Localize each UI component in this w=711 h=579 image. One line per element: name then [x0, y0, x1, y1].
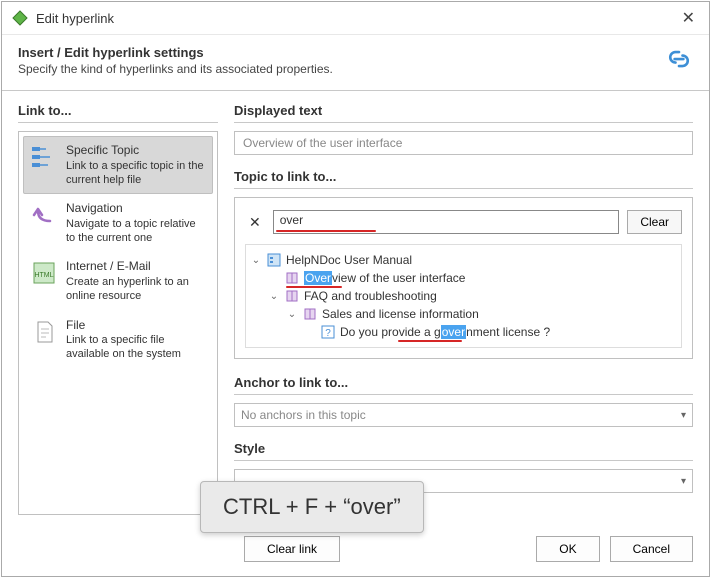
app-icon — [12, 10, 28, 26]
hyperlink-icon — [665, 45, 693, 73]
linkto-item-title: Navigation — [66, 201, 206, 217]
header-subtitle: Specify the kind of hyperlinks and its a… — [18, 62, 665, 76]
topic-tree-icon — [30, 143, 58, 171]
tree-node-sales[interactable]: ⌄ Sales and license information — [250, 305, 677, 323]
anchor-label: Anchor to link to... — [234, 375, 693, 390]
linkto-file[interactable]: File Link to a specific file available o… — [23, 311, 213, 369]
linkto-item-desc: Link to a specific file available on the… — [66, 333, 206, 362]
linkto-specific-topic[interactable]: Specific Topic Link to a specific topic … — [23, 136, 213, 194]
linkto-item-title: Specific Topic — [66, 143, 206, 159]
chevron-down-icon: ▾ — [681, 476, 686, 487]
clear-search-button[interactable]: Clear — [627, 210, 682, 234]
linkto-item-desc: Link to a specific topic in the current … — [66, 159, 206, 188]
file-icon — [30, 318, 58, 346]
svg-text:?: ? — [325, 328, 331, 339]
header: Insert / Edit hyperlink settings Specify… — [2, 35, 709, 91]
linkto-label: Link to... — [18, 103, 218, 118]
clear-link-button[interactable]: Clear link — [244, 536, 340, 562]
linkto-item-title: File — [66, 318, 206, 334]
dialog-title: Edit hyperlink — [36, 11, 678, 26]
topic-box: ✕ over Clear ⌄ HelpNDo — [234, 197, 693, 359]
manual-icon — [266, 252, 282, 268]
linkto-item-title: Internet / E-Mail — [66, 259, 206, 275]
titlebar: Edit hyperlink ✕ — [2, 2, 709, 35]
footer: Clear link OK Cancel — [2, 528, 709, 576]
anchor-select[interactable]: No anchors in this topic ▾ — [234, 403, 693, 427]
linkto-navigation[interactable]: Navigation Navigate to a topic relative … — [23, 194, 213, 252]
topic-label: Topic to link to... — [234, 169, 693, 184]
tree-node-label: HelpNDoc User Manual — [286, 253, 412, 267]
tree-node-overview[interactable]: Overview of the user interface — [250, 269, 677, 287]
linkto-list: Specific Topic Link to a specific topic … — [18, 131, 218, 515]
tree-node-label: Do you provide a government license ? — [340, 325, 550, 339]
style-label: Style — [234, 441, 693, 456]
chevron-down-icon[interactable]: ⌄ — [250, 255, 262, 266]
shortcut-tooltip: CTRL + F + “over” — [200, 481, 424, 533]
tree-node-label: Sales and license information — [322, 307, 479, 321]
displayed-text-value: Overview of the user interface — [243, 136, 402, 150]
displayed-text-label: Displayed text — [234, 103, 693, 118]
close-icon[interactable]: ✕ — [678, 8, 699, 28]
book-icon — [284, 288, 300, 304]
chevron-down-icon[interactable]: ⌄ — [268, 291, 280, 302]
tree-root[interactable]: ⌄ HelpNDoc User Manual — [250, 251, 677, 269]
book-icon — [284, 270, 300, 286]
linkto-item-desc: Navigate to a topic relative to the curr… — [66, 217, 206, 246]
tree-node-label: Overview of the user interface — [304, 271, 465, 285]
search-clear-icon[interactable]: ✕ — [245, 214, 265, 231]
header-title: Insert / Edit hyperlink settings — [18, 45, 665, 60]
displayed-text-field[interactable]: Overview of the user interface — [234, 131, 693, 155]
anchor-value: No anchors in this topic — [241, 408, 366, 422]
ok-button[interactable]: OK — [536, 536, 599, 562]
chevron-down-icon: ▾ — [681, 410, 686, 421]
search-value: over — [280, 213, 303, 227]
question-icon: ? — [320, 324, 336, 340]
topic-tree[interactable]: ⌄ HelpNDoc User Manual Overview of th — [245, 244, 682, 348]
tree-node-label: FAQ and troubleshooting — [304, 289, 437, 303]
tree-node-government[interactable]: ? Do you provide a government license ? — [250, 323, 677, 341]
tree-node-faq[interactable]: ⌄ FAQ and troubleshooting — [250, 287, 677, 305]
linkto-internet[interactable]: HTML Internet / E-Mail Create an hyperli… — [23, 252, 213, 310]
navigation-arrow-icon — [30, 201, 58, 229]
book-icon — [302, 306, 318, 322]
chevron-down-icon[interactable]: ⌄ — [286, 309, 298, 320]
linkto-item-desc: Create an hyperlink to an online resourc… — [66, 275, 206, 304]
topic-search-input[interactable]: over — [273, 210, 620, 234]
svg-text:HTML: HTML — [34, 272, 53, 279]
cancel-button[interactable]: Cancel — [610, 536, 693, 562]
html-icon: HTML — [30, 259, 58, 287]
